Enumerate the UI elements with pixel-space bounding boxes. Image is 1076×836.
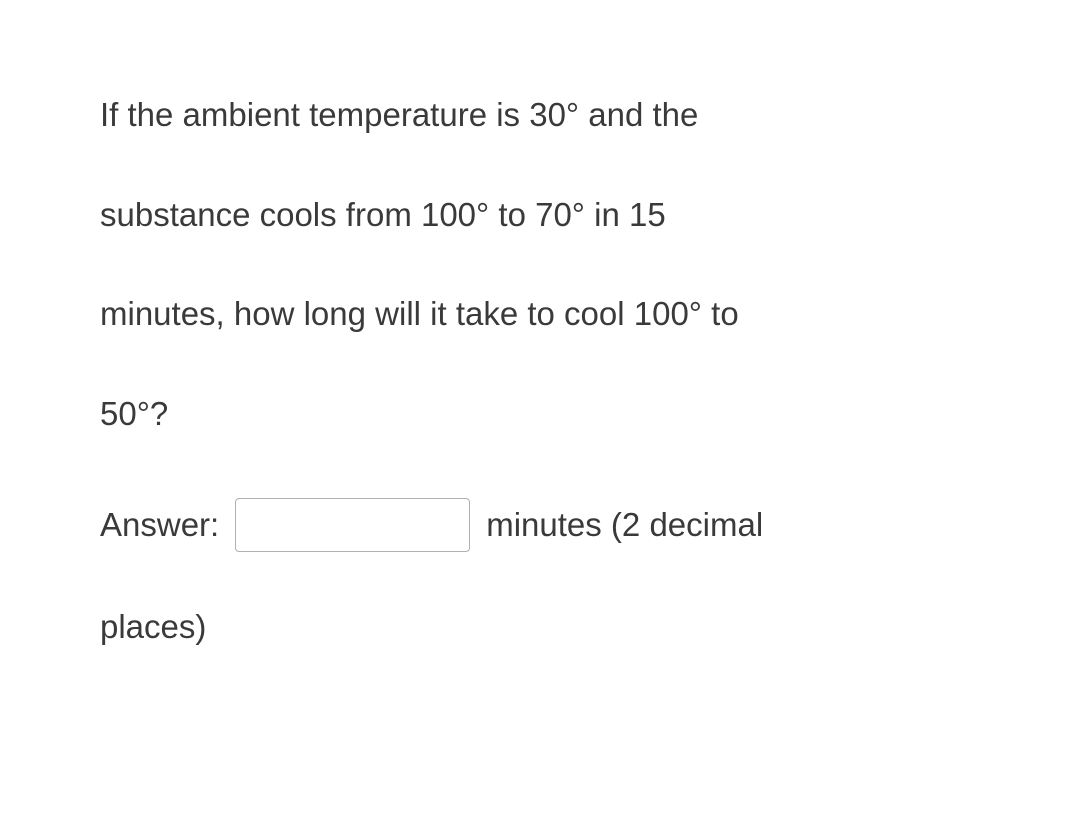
question-line-1: If the ambient temperature is 30° and th… [100, 90, 976, 140]
answer-input[interactable] [235, 498, 470, 552]
answer-label: Answer: [100, 500, 219, 550]
question-container: If the ambient temperature is 30° and th… [100, 90, 976, 652]
question-line-4: 50°? [100, 389, 976, 439]
answer-suffix-2: places) [100, 602, 976, 652]
question-text: If the ambient temperature is 30° and th… [100, 90, 976, 438]
answer-suffix-1: minutes (2 decimal [486, 500, 763, 550]
answer-row: Answer: minutes (2 decimal [100, 498, 976, 552]
question-line-2: substance cools from 100° to 70° in 15 [100, 190, 976, 240]
question-line-3: minutes, how long will it take to cool 1… [100, 289, 976, 339]
